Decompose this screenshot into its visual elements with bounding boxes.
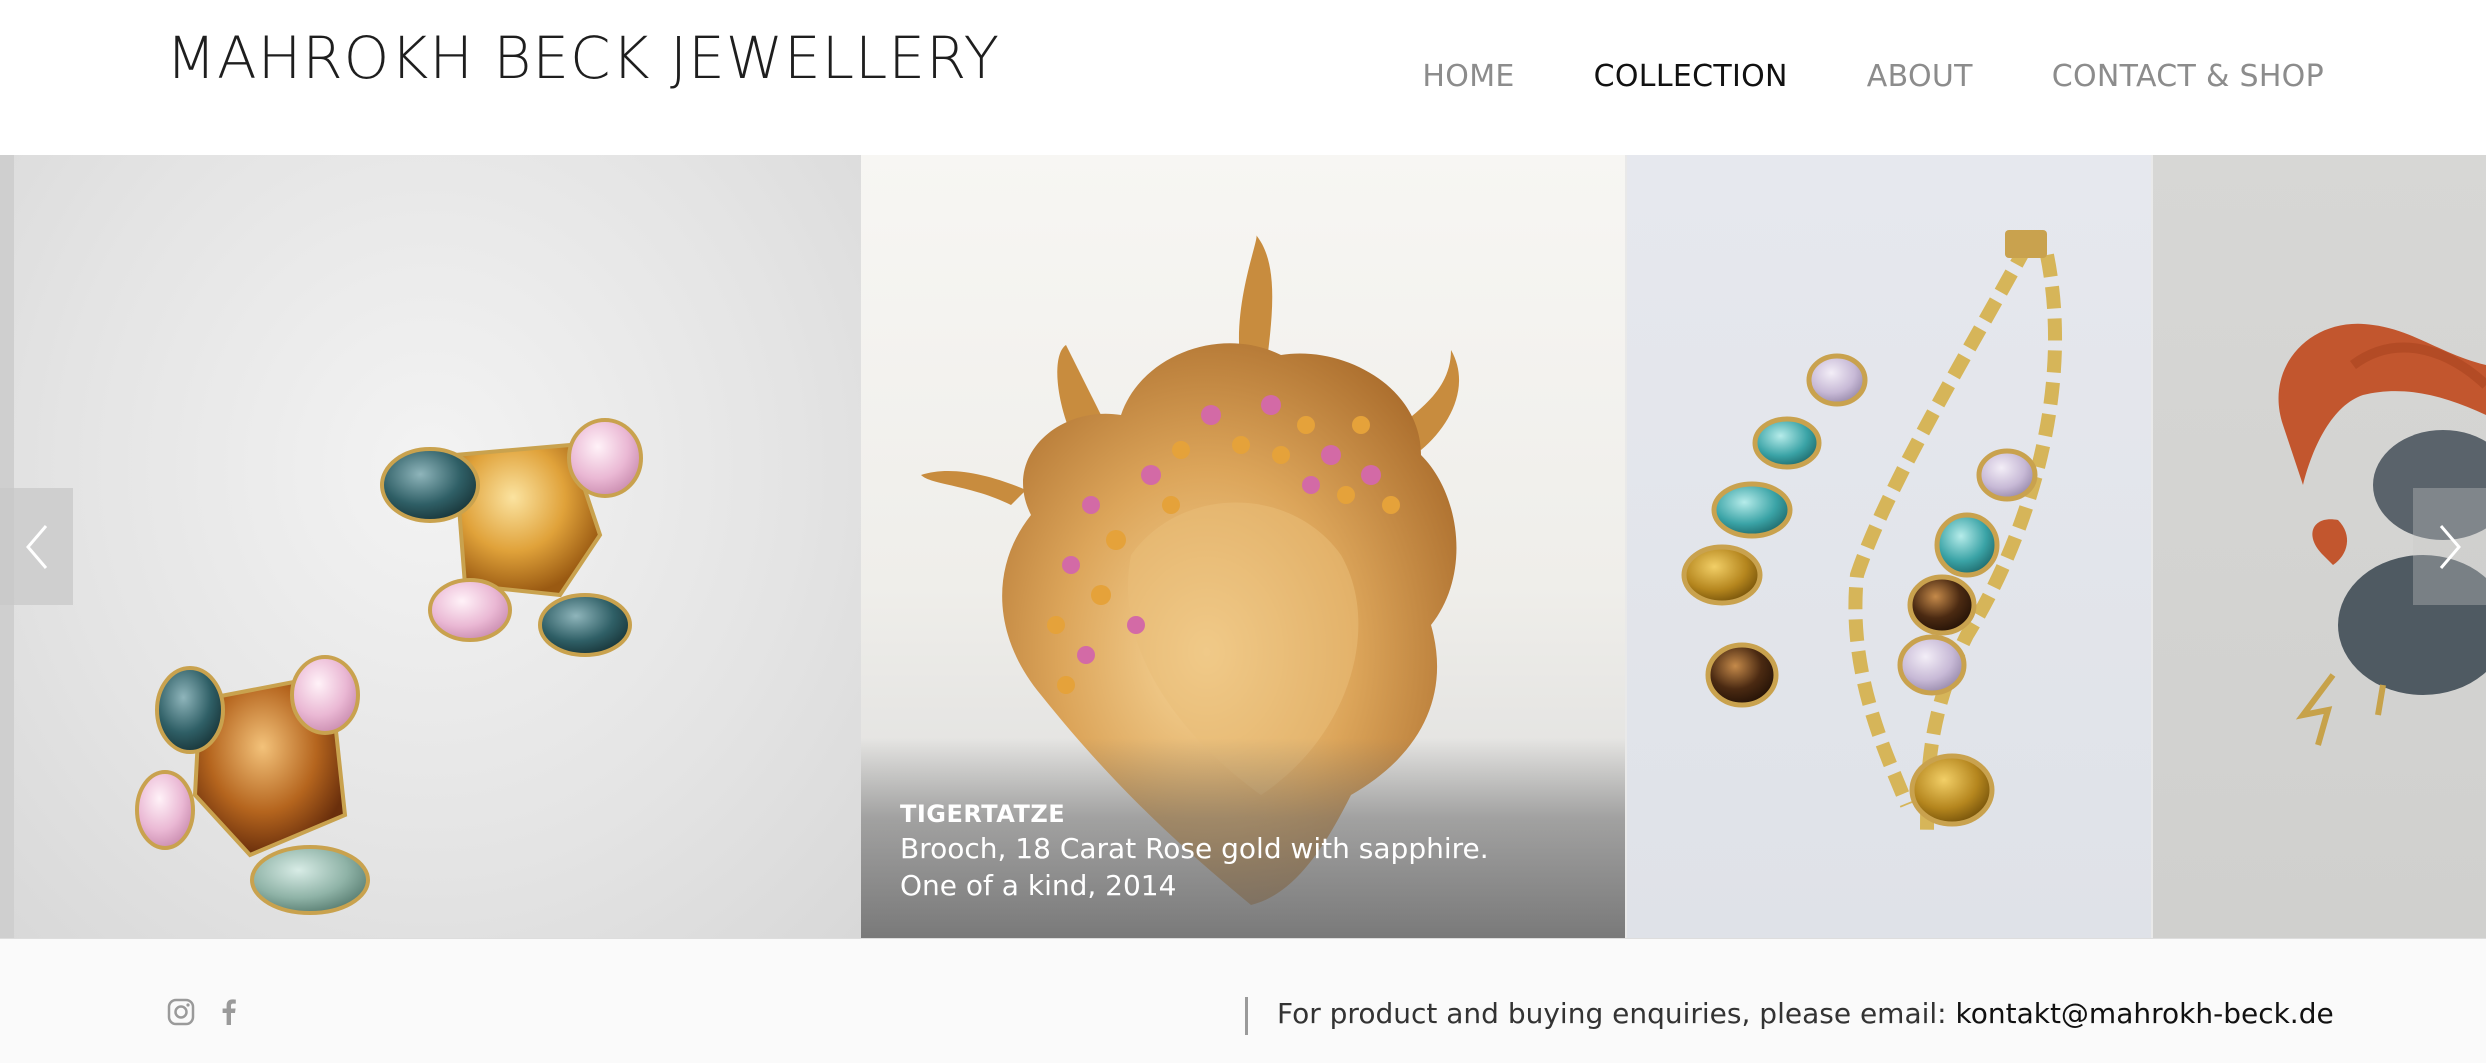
gallery-slide-tigertatze[interactable]: TIGERTATZE Brooch, 18 Carat Rose gold wi…	[861, 155, 1625, 938]
footer-divider	[1245, 997, 1248, 1035]
main-nav: HOME COLLECTION ABOUT CONTACT & SHOP	[1422, 52, 2324, 102]
chevron-left-icon	[25, 524, 47, 569]
instagram-link[interactable]	[166, 997, 196, 1027]
social-links	[166, 997, 244, 1027]
instagram-icon	[167, 998, 195, 1026]
site-header: MAHROKH BECK JEWELLERY HOME COLLECTION A…	[0, 0, 2486, 155]
site-logo-text[interactable]: MAHROKH BECK JEWELLERY	[166, 22, 1000, 94]
facebook-link[interactable]	[214, 997, 244, 1027]
nav-about[interactable]: ABOUT	[1867, 52, 1973, 102]
gallery-prev-button[interactable]	[0, 488, 73, 605]
caption-title: TIGERTATZE	[900, 800, 1066, 828]
nav-home[interactable]: HOME	[1422, 52, 1514, 102]
enquiry-text: For product and buying enquiries, please…	[1277, 994, 2334, 1034]
earrings-image	[135, 418, 643, 915]
nav-collection[interactable]: COLLECTION	[1594, 52, 1788, 102]
necklace-image	[1681, 230, 2063, 836]
caption-description: Brooch, 18 Carat Rose gold with sapphire…	[900, 832, 1489, 865]
collection-gallery: TIGERTATZE Brooch, 18 Carat Rose gold wi…	[0, 155, 2486, 938]
chevron-right-icon	[2439, 524, 2461, 569]
site-footer: For product and buying enquiries, please…	[0, 938, 2486, 1063]
facebook-icon	[222, 999, 236, 1025]
gallery-slide-earrings[interactable]	[0, 155, 861, 938]
gallery-slide-necklace[interactable]	[1627, 155, 2151, 938]
contact-email-link[interactable]: kontakt@mahrokh-beck.de	[1956, 997, 2334, 1030]
slide-caption: TIGERTATZE Brooch, 18 Carat Rose gold wi…	[861, 738, 1625, 938]
gallery-next-button[interactable]	[2413, 488, 2486, 605]
enquiry-label: For product and buying enquiries, please…	[1277, 997, 1956, 1030]
nav-contact-shop[interactable]: CONTACT & SHOP	[2052, 52, 2324, 102]
caption-details: One of a kind, 2014	[900, 869, 1177, 902]
